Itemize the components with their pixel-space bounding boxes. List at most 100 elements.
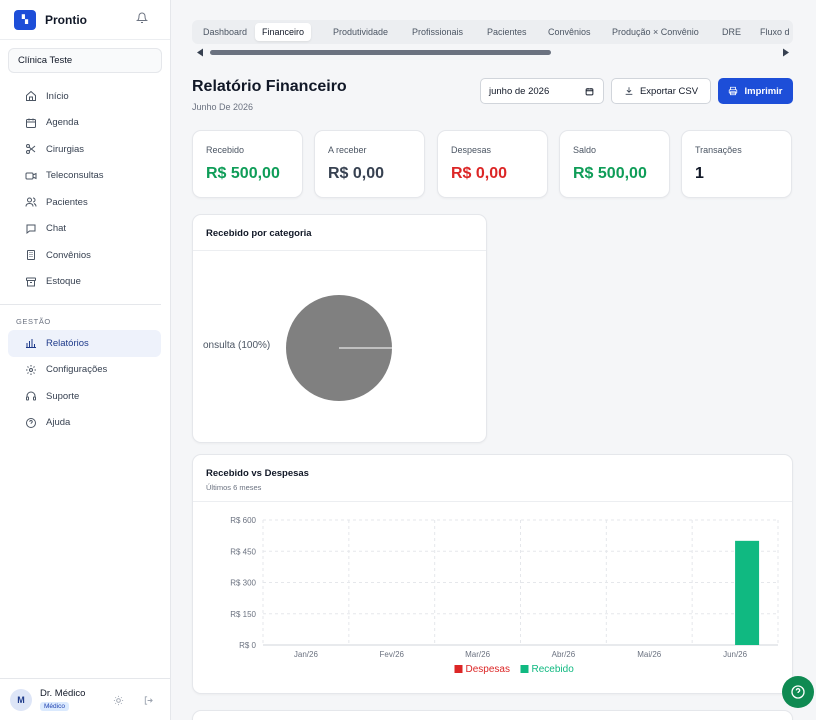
nav-item-suporte[interactable]: Suporte — [8, 383, 161, 410]
user-info: Dr. Médico Médico — [40, 688, 85, 711]
main-content: Dashboard Financeiro Produtividade Profi… — [171, 0, 816, 720]
logout-icon[interactable] — [143, 695, 154, 706]
y-tick-label: R$ 600 — [230, 516, 256, 525]
kpi-label: Saldo — [573, 145, 597, 155]
y-tick-label: R$ 150 — [230, 610, 256, 619]
pie-chart-title: Recebido por categoria — [206, 228, 312, 239]
tab-dashboard[interactable]: Dashboard — [196, 23, 254, 41]
sidebar: ▚ Prontio Clínica Teste Início Agenda Ci… — [0, 0, 171, 720]
report-tabs: Dashboard Financeiro Produtividade Profi… — [192, 20, 793, 44]
archive-icon — [26, 277, 36, 287]
sun-icon[interactable] — [113, 695, 124, 706]
bar-chart: R$ 0 R$ 150 R$ 300 R$ 450 R$ 600 Jan/26 Fev/26… — [230, 516, 779, 675]
tabs-scrollbar[interactable] — [192, 48, 793, 57]
legend-label: Recebido — [532, 664, 575, 675]
kpi-recebido: Recebido R$ 500,00 — [192, 130, 303, 198]
nav-item-estoque[interactable]: Estoque — [8, 269, 161, 296]
user-name: Dr. Médico — [40, 688, 86, 699]
tab-producao-convenio[interactable]: Produção × Convênio — [605, 23, 706, 41]
x-tick-label: Abr/26 — [552, 650, 576, 659]
clinic-name: Clínica Teste — [18, 55, 73, 66]
nav-item-pacientes[interactable]: Pacientes — [8, 189, 161, 216]
nav-item-label: Cirurgias — [46, 143, 85, 155]
nav-item-label: Ajuda — [46, 417, 71, 429]
nav-item-cirurgias[interactable]: Cirurgias — [8, 136, 161, 163]
nav-item-label: Configurações — [46, 364, 108, 376]
legend-label: Despesas — [466, 664, 510, 675]
scissors-icon — [26, 144, 36, 155]
print-label: Imprimir — [744, 85, 783, 97]
export-csv-button[interactable]: Exportar CSV — [611, 78, 711, 104]
avatar[interactable]: M — [10, 688, 32, 711]
printer-icon — [729, 86, 738, 96]
scroll-left-icon[interactable] — [196, 48, 204, 57]
kpi-transacoes: Transações 1 — [681, 130, 792, 198]
kpi-label: Despesas — [451, 145, 492, 155]
tab-convenios[interactable]: Convênios — [541, 23, 598, 41]
gear-icon — [26, 364, 36, 375]
tab-produtividade[interactable]: Produtividade — [326, 23, 395, 41]
nav-item-label: Agenda — [46, 117, 79, 129]
print-button[interactable]: Imprimir — [718, 78, 793, 104]
nav-item-label: Teleconsultas — [46, 170, 104, 182]
nav-item-inicio[interactable]: Início — [8, 83, 161, 110]
x-tick-label: Jun/26 — [723, 650, 748, 659]
main-nav: Início Agenda Cirurgias Teleconsultas Pa… — [0, 83, 170, 436]
kpi-label: Recebido — [206, 145, 245, 155]
tab-dre[interactable]: DRE — [715, 23, 748, 41]
kpi-value: R$ 500,00 — [573, 165, 647, 182]
kpi-despesas: Despesas R$ 0,00 — [437, 130, 548, 198]
nav-item-configuracoes[interactable]: Configurações — [8, 357, 161, 384]
x-tick-label: Fev/26 — [380, 650, 405, 659]
nav-item-label: Estoque — [46, 276, 81, 288]
tab-profissionais[interactable]: Profissionais — [405, 23, 470, 41]
nav-item-relatorios[interactable]: Relatórios — [8, 330, 161, 357]
kpi-label: Transações — [695, 145, 742, 155]
scroll-right-icon[interactable] — [782, 48, 790, 57]
pie-slice-label: onsulta (100%) — [203, 340, 270, 351]
bar-chart-icon — [26, 339, 36, 349]
nav-item-label: Suporte — [46, 390, 80, 402]
tab-fluxo[interactable]: Fluxo d — [753, 23, 793, 41]
nav-item-convenios[interactable]: Convênios — [8, 242, 161, 269]
bar-chart-card: Recebido vs Despesas Últimos 6 meses R$ … — [192, 454, 793, 694]
kpi-saldo: Saldo R$ 500,00 — [559, 130, 670, 198]
brand: ▚ Prontio — [0, 0, 170, 40]
nav-item-chat[interactable]: Chat — [8, 216, 161, 243]
y-tick-label: R$ 450 — [230, 547, 256, 556]
video-icon — [25, 172, 37, 180]
x-tick-label: Mar/26 — [465, 650, 490, 659]
help-button[interactable] — [782, 676, 814, 708]
help-circle-icon — [791, 685, 805, 699]
kpi-value: R$ 0,00 — [451, 165, 508, 182]
tab-financeiro[interactable]: Financeiro — [255, 23, 312, 41]
x-tick-label: Jan/26 — [294, 650, 319, 659]
export-csv-label: Exportar CSV — [639, 85, 699, 97]
tab-pacientes[interactable]: Pacientes — [480, 23, 534, 41]
scrollbar-thumb[interactable] — [210, 50, 551, 55]
headset-icon — [26, 391, 36, 401]
month-value: junho de 2026 — [489, 85, 550, 97]
pie-chart-card: Recebido por categoria onsulta (100%) — [192, 214, 487, 443]
calendar-icon[interactable] — [585, 87, 594, 96]
kpi-value: 1 — [695, 165, 704, 182]
calendar-icon — [26, 118, 36, 128]
y-tick-label: R$ 300 — [230, 579, 256, 588]
download-icon — [625, 87, 633, 95]
legend-swatch — [454, 665, 463, 673]
user-panel: M Dr. Médico Médico — [0, 678, 171, 720]
bar-chart-subtitle: Últimos 6 meses — [206, 483, 262, 492]
nav-item-agenda[interactable]: Agenda — [8, 110, 161, 137]
nav-item-label: Pacientes — [46, 196, 88, 208]
nav-item-ajuda[interactable]: Ajuda — [8, 410, 161, 437]
month-picker[interactable]: junho de 2026 — [480, 78, 604, 104]
clinic-selector[interactable]: Clínica Teste — [8, 48, 162, 73]
app-name: Prontio — [45, 12, 87, 27]
kpi-value: R$ 0,00 — [328, 165, 385, 182]
y-tick-label: R$ 0 — [239, 641, 256, 650]
next-card — [192, 710, 793, 720]
bell-icon[interactable] — [136, 12, 148, 24]
page-subtitle: Junho De 2026 — [192, 102, 254, 112]
logo: ▚ — [14, 9, 36, 30]
nav-item-teleconsultas[interactable]: Teleconsultas — [8, 163, 161, 190]
